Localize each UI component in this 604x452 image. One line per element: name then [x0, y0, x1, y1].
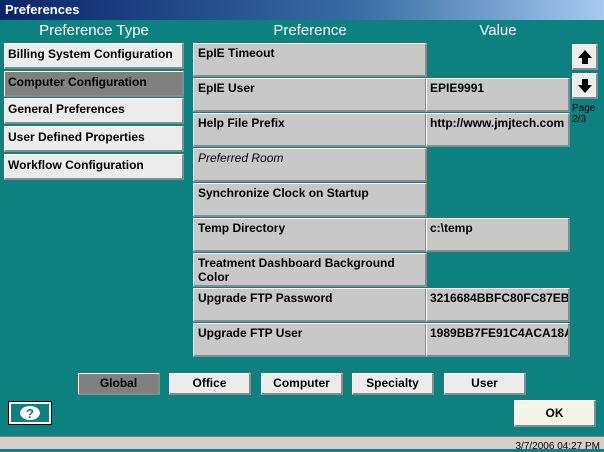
status-datetime: 3/7/2006 04:27 PM [515, 441, 600, 452]
column-header-preference: Preference [273, 22, 347, 39]
sidebar-item-workflow-configuration[interactable]: Workflow Configuration [4, 154, 184, 180]
page-indicator: 2/3 [572, 114, 586, 125]
tab-computer[interactable]: Computer [261, 373, 343, 395]
page-up-button[interactable] [572, 44, 598, 70]
arrow-down-icon [577, 78, 592, 93]
ok-button[interactable]: OK [514, 400, 596, 427]
column-header-preference-type: Preference Type [39, 22, 149, 39]
help-icon: ? [20, 406, 40, 421]
preference-value[interactable]: EPIE9991 [426, 78, 570, 112]
page-label: Page [572, 103, 596, 114]
arrow-up-icon [577, 49, 592, 64]
preference-name[interactable]: Help File Prefix [193, 113, 427, 147]
preference-value[interactable]: 1989BB7FE91C4ACA18A [426, 323, 570, 357]
preference-value[interactable]: http://www.jmjtech.com [426, 113, 570, 147]
sidebar-item-billing-system-configuration[interactable]: Billing System Configuration [4, 43, 184, 69]
tab-user[interactable]: User [444, 373, 526, 395]
preference-name[interactable]: EpIE Timeout [193, 43, 427, 77]
sidebar-item-computer-configuration[interactable]: Computer Configuration [4, 71, 184, 97]
sidebar-item-general-preferences[interactable]: General Preferences [4, 98, 184, 124]
preference-name[interactable]: Treatment Dashboard Background Color [193, 253, 427, 287]
svg-text:?: ? [26, 406, 34, 421]
preference-name[interactable]: Synchronize Clock on Startup [193, 183, 427, 217]
preference-name[interactable]: Upgrade FTP Password [193, 288, 427, 322]
preference-value[interactable]: 3216684BBFC80FC87EB [426, 288, 570, 322]
help-button[interactable]: ? [8, 401, 52, 425]
window-title: Preferences [0, 0, 604, 20]
column-header-value: Value [479, 22, 517, 39]
tab-specialty[interactable]: Specialty [352, 373, 434, 395]
preference-name[interactable]: Upgrade FTP User [193, 323, 427, 357]
preference-name[interactable]: Temp Directory [193, 218, 427, 252]
status-bar: 3/7/2006 04:27 PM [0, 436, 604, 452]
tab-global[interactable]: Global [78, 373, 160, 395]
tab-office[interactable]: Office [169, 373, 251, 395]
preference-name[interactable]: EpIE User [193, 78, 427, 112]
page-down-button[interactable] [572, 73, 598, 99]
preference-name[interactable]: Preferred Room [193, 148, 427, 182]
preference-value[interactable]: c:\temp [426, 218, 570, 252]
sidebar-item-user-defined-properties[interactable]: User Defined Properties [4, 126, 184, 152]
